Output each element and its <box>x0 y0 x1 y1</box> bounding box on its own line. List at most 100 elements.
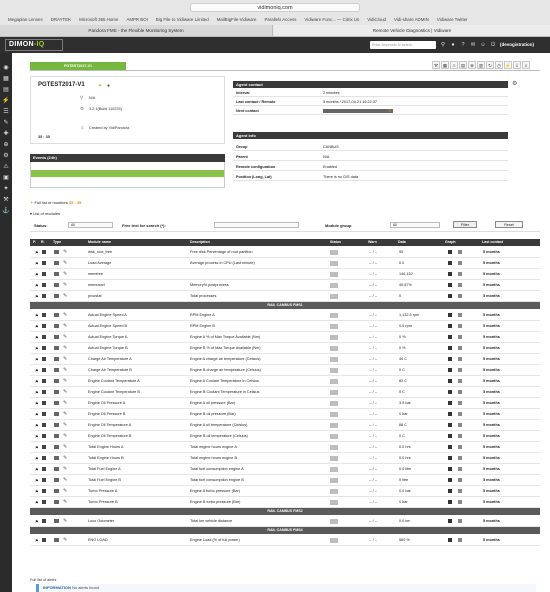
module-name[interactable]: Turbo Pressure B <box>88 497 186 508</box>
graph-icon[interactable] <box>448 379 452 383</box>
col-module-name[interactable]: Module name <box>88 239 111 246</box>
module-name[interactable]: Actual Engine Torque A <box>88 332 186 343</box>
table-row[interactable]: ⚑ ✎ Engine Oil Temperature A Engine A oil t… <box>30 420 540 431</box>
table-row[interactable]: ⚑ ✎ Total Engine Hours A Total engine hours… <box>30 442 540 453</box>
refresh-icon[interactable]: ↻ <box>486 61 494 69</box>
module-name[interactable]: Loco Odometer <box>88 516 186 527</box>
col-status[interactable]: Status <box>330 239 341 246</box>
events-timeline[interactable] <box>31 170 224 177</box>
col-last-contact[interactable]: Last contact <box>482 239 503 246</box>
graph-icon[interactable] <box>448 434 452 438</box>
wrench-icon[interactable]: ✎ <box>63 486 67 497</box>
module-name[interactable]: Actual Engine Speed B <box>88 321 186 332</box>
data-table-icon[interactable] <box>458 519 462 523</box>
force-refresh-icon[interactable]: ↻ <box>388 108 392 114</box>
browser-tab-vidiware[interactable]: Remote Vehicle Diagnostics | Vidiware <box>274 25 550 36</box>
export-icon[interactable]: ⇩ <box>513 61 521 69</box>
bell-icon[interactable]: ● <box>450 42 456 48</box>
manage-icon[interactable]: ⚒ <box>432 61 440 69</box>
graph-icon[interactable] <box>448 272 452 276</box>
wrench-icon[interactable]: ✎ <box>63 409 67 420</box>
data-table-icon[interactable] <box>458 423 462 427</box>
data-table-icon[interactable] <box>458 538 462 542</box>
data-table-icon[interactable] <box>458 346 462 350</box>
wrench-icon[interactable]: ✎ <box>63 376 67 387</box>
col-description[interactable]: Description <box>190 239 210 246</box>
wrench-icon[interactable]: ✎ <box>63 431 67 442</box>
wrench-icon[interactable]: ✎ <box>63 354 67 365</box>
monitoring-icon[interactable]: ◉ <box>2 64 10 72</box>
data-table-icon[interactable] <box>458 489 462 493</box>
module-name[interactable]: ENG LOAD <box>88 535 186 546</box>
chat-icon[interactable]: ✉ <box>470 42 476 48</box>
full-list-alerts[interactable]: Full list of alerts <box>30 578 56 582</box>
bookmark-item[interactable]: Big File to Vidiware Limited <box>156 15 209 24</box>
graph-icon[interactable] <box>448 283 452 287</box>
full-list-monitors[interactable]: ✦ Full list of monitors 35 : 35 <box>30 200 81 205</box>
graph-icon[interactable] <box>448 538 452 542</box>
table-row[interactable]: ⚑ ✎ Actual Engine Torque A Engine A % of Ma… <box>30 332 540 343</box>
setup-icon[interactable]: ✦ <box>2 185 10 193</box>
wrench-icon[interactable]: ✎ <box>63 258 67 269</box>
col-type[interactable]: Type <box>53 239 61 246</box>
data-table-icon[interactable] <box>458 335 462 339</box>
data-table-icon[interactable] <box>458 390 462 394</box>
search-input[interactable]: Enter keywords to search <box>370 41 436 49</box>
wrench-icon[interactable]: ✎ <box>63 464 67 475</box>
graph-icon[interactable] <box>448 390 452 394</box>
wrench-icon[interactable]: ✎ <box>63 497 67 508</box>
agent-title-tab[interactable]: PGTEST2017-V1 <box>30 62 126 70</box>
collapse-icon[interactable]: ⚙ <box>512 80 517 87</box>
table-row[interactable]: ⚑ ✎ procstat Total processes -- / -- 0 5 month… <box>30 291 540 302</box>
data-table-icon[interactable] <box>458 313 462 317</box>
data-table-icon[interactable] <box>458 434 462 438</box>
graph-icon[interactable] <box>448 401 452 405</box>
data-table-icon[interactable] <box>458 478 462 482</box>
table-row[interactable]: ⚑ ✎ Charge Air Temperature B Engine B charg… <box>30 365 540 376</box>
table-row[interactable]: ⚑ ✎ disk_root_free Free disk Percentage of … <box>30 247 540 258</box>
table-row[interactable]: ⚑ ✎ Engine Coolant Temperature A Engine A C… <box>30 376 540 387</box>
table-row[interactable]: ⚑ ✎ Charge Air Temperature A Engine A charg… <box>30 354 540 365</box>
url-bar[interactable]: vidimoniq.com <box>190 3 360 12</box>
bookmark-item[interactable]: Vidiware Twitter <box>437 15 468 24</box>
admin-icon[interactable]: ⚒ <box>2 196 10 204</box>
table-row[interactable]: ⚑ ✎ Total Engine Hours B Total engine hours… <box>30 453 540 464</box>
graph-icon[interactable] <box>448 467 452 471</box>
graph-icon[interactable] <box>448 368 452 372</box>
graph-icon[interactable] <box>448 489 452 493</box>
graph-icon[interactable] <box>448 324 452 328</box>
module-name[interactable]: memused <box>88 280 186 291</box>
table-row[interactable]: ⚑ ✎ memused Memory% postprocess -- / -- 45.87… <box>30 280 540 291</box>
data-table-icon[interactable] <box>458 368 462 372</box>
module-name[interactable]: disk_root_free <box>88 247 186 258</box>
bookmark-item[interactable]: Megaplan Lenses <box>8 15 43 24</box>
module-search-input[interactable] <box>214 222 299 228</box>
servers-icon[interactable]: ▣ <box>2 174 10 182</box>
events-tab-icon[interactable]: ⚡ <box>504 61 512 69</box>
resources-icon[interactable]: ✚ <box>2 130 10 138</box>
data-table-icon[interactable] <box>458 467 462 471</box>
wrench-icon[interactable]: ✎ <box>63 269 67 280</box>
graph-icon[interactable] <box>448 445 452 449</box>
main-view-icon[interactable]: ▦ <box>441 61 449 69</box>
data-table-icon[interactable] <box>458 261 462 265</box>
wrench-icon[interactable]: ✎ <box>63 343 67 354</box>
bookmark-item[interactable]: Vidi-share ADMIN <box>394 15 429 24</box>
config-icon[interactable]: ⚙ <box>2 152 10 160</box>
links-icon[interactable]: ⚓ <box>2 207 10 215</box>
table-row[interactable]: ⚑ ✎ ENG LOAD Engine Load (% of full power) -… <box>30 535 540 546</box>
table-row[interactable]: ⚑ ✎ Loco Odometer Total km vehicle distance… <box>30 516 540 527</box>
data-table-icon[interactable] <box>458 250 462 254</box>
user-icon[interactable]: ☺ <box>480 42 486 48</box>
module-name[interactable]: Engine Oil Pressure A <box>88 398 186 409</box>
module-name[interactable]: Engine Coolant Temperature B <box>88 387 186 398</box>
data-table-icon[interactable] <box>458 294 462 298</box>
graph-icon[interactable] <box>448 423 452 427</box>
wrench-icon[interactable]: ✎ <box>63 310 67 321</box>
graph-icon[interactable] <box>448 261 452 265</box>
status-select[interactable]: All <box>68 222 113 228</box>
wrench-icon[interactable]: ✎ <box>63 387 67 398</box>
module-name[interactable]: memfree <box>88 269 186 280</box>
graph-icon[interactable] <box>448 313 452 317</box>
module-name[interactable]: procstat <box>88 291 186 302</box>
